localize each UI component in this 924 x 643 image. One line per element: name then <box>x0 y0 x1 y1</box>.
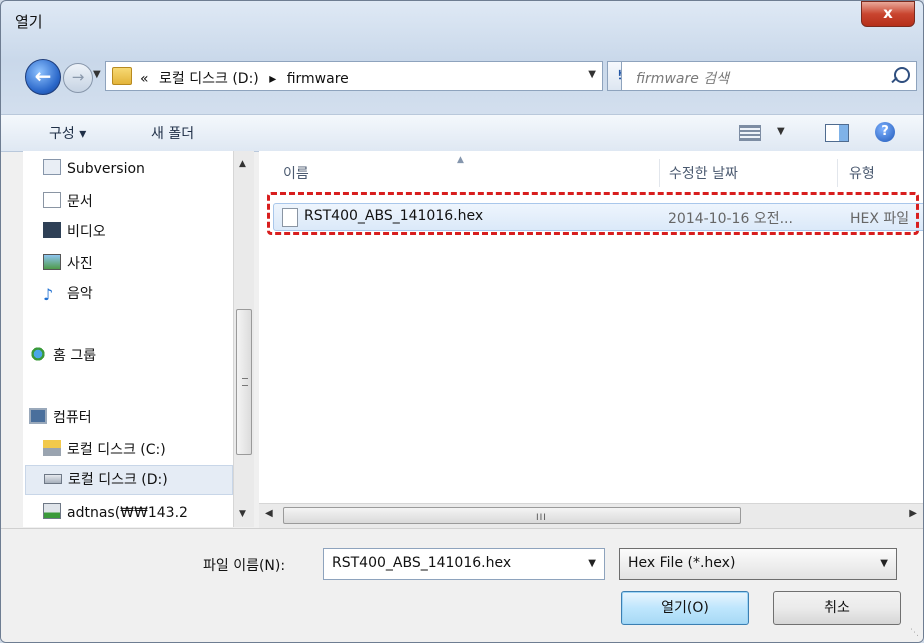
address-dropdown-icon[interactable]: ▼ <box>588 69 596 80</box>
sidebar-item-drive-c[interactable]: 로컬 디스크 (C:) <box>43 439 166 465</box>
search-input[interactable]: firmware 검색 <box>621 61 917 91</box>
scroll-down-icon[interactable]: ▼ <box>239 509 246 519</box>
scroll-thumb[interactable] <box>236 309 252 455</box>
sidebar-item-drive-d[interactable]: 로컬 디스크 (D:) <box>25 465 233 495</box>
homegroup-icon <box>29 346 47 362</box>
folder-icon <box>112 67 132 85</box>
column-divider[interactable] <box>837 159 838 187</box>
new-folder-button[interactable]: 새 폴더 <box>151 123 194 143</box>
sidebar-item-computer[interactable]: 컴퓨터 <box>29 407 92 433</box>
computer-icon <box>29 408 47 424</box>
documents-icon <box>43 192 61 208</box>
grip-icon <box>242 378 248 386</box>
drive-icon <box>43 440 61 456</box>
music-icon: ♪ <box>43 285 54 304</box>
sidebar-item-documents[interactable]: 문서 <box>43 191 93 217</box>
preview-pane-icon[interactable] <box>825 124 849 142</box>
filename-dropdown-icon[interactable]: ▼ <box>588 558 596 569</box>
view-dropdown-icon[interactable]: ▼ <box>777 126 785 137</box>
title-bar: 열기 x <box>1 1 923 39</box>
breadcrumb-separator[interactable]: ▸ <box>269 71 276 87</box>
column-header-modified[interactable]: 수정한 날짜 <box>669 163 738 183</box>
column-header-type[interactable]: 유형 <box>849 163 875 183</box>
sidebar-item-pictures[interactable]: 사진 <box>43 253 93 279</box>
scroll-up-icon[interactable]: ▲ <box>239 159 246 169</box>
sort-ascending-icon: ▲ <box>457 155 464 165</box>
open-file-dialog: 열기 x ← → ▼ « 로컬 디스크 (D:) ▸ firmware ▼ ↹ … <box>0 0 924 643</box>
pictures-icon <box>43 254 61 270</box>
navigation-scrollbar[interactable]: ▲ ▼ <box>233 151 254 527</box>
address-bar[interactable]: « 로컬 디스크 (D:) ▸ firmware ▼ <box>105 61 603 91</box>
search-placeholder: firmware 검색 <box>636 71 730 87</box>
cancel-button[interactable]: 취소 <box>773 591 901 625</box>
forward-arrow-icon[interactable]: → <box>63 63 93 93</box>
scroll-left-icon[interactable]: ◀ <box>265 508 273 519</box>
filename-input[interactable]: RST400_ABS_141016.hex ▼ <box>323 548 605 580</box>
command-toolbar: 구성 ▾ 새 폴더 ▼ ? <box>1 114 923 152</box>
column-divider[interactable] <box>659 159 660 187</box>
filetype-select[interactable]: Hex File (*.hex) ▼ <box>619 548 897 580</box>
organize-menu[interactable]: 구성 ▾ <box>49 123 86 143</box>
filename-value: RST400_ABS_141016.hex <box>332 555 512 571</box>
filetype-dropdown-icon[interactable]: ▼ <box>880 558 888 569</box>
back-arrow-icon[interactable]: ← <box>25 59 61 95</box>
network-drive-icon <box>43 503 61 519</box>
sidebar-item-network-drive[interactable]: adtnas(₩₩143.2 <box>43 503 188 527</box>
help-icon[interactable]: ? <box>875 122 895 142</box>
sidebar-item-subversion[interactable]: Subversion <box>43 159 145 185</box>
drive-icon <box>44 474 62 484</box>
dialog-footer: 파일 이름(N): RST400_ABS_141016.hex ▼ Hex Fi… <box>1 528 923 642</box>
open-button[interactable]: 열기(O) <box>621 591 749 625</box>
navigation-pane: Subversion 문서 비디오 사진 ♪ 음악 홈 그룹 컴퓨터 로컬 디스크… <box>23 151 235 527</box>
filename-label: 파일 이름(N): <box>203 558 286 574</box>
recent-locations-dropdown[interactable]: ▼ <box>93 69 101 80</box>
scroll-thumb[interactable]: III <box>283 507 741 524</box>
breadcrumb-drive-d[interactable]: 로컬 디스크 (D:) <box>159 71 259 87</box>
close-button[interactable]: x <box>861 1 915 27</box>
breadcrumb-firmware[interactable]: firmware <box>287 71 349 87</box>
breadcrumb: « 로컬 디스크 (D:) ▸ firmware <box>140 68 355 88</box>
filetype-value: Hex File (*.hex) <box>628 555 736 571</box>
window-title: 열기 <box>15 13 43 31</box>
search-icon[interactable] <box>894 67 910 83</box>
scroll-right-icon[interactable]: ▶ <box>909 508 917 519</box>
sidebar-item-music[interactable]: ♪ 음악 <box>43 283 93 309</box>
video-icon <box>43 222 61 238</box>
breadcrumb-overflow[interactable]: « <box>140 71 149 87</box>
sidebar-item-video[interactable]: 비디오 <box>43 221 106 247</box>
grip-icon: III <box>536 513 547 523</box>
resize-grip-icon[interactable]: ⋱ <box>910 628 919 638</box>
sidebar-item-homegroup[interactable]: 홈 그룹 <box>29 345 96 371</box>
file-list-scrollbar[interactable]: ◀ III ▶ <box>259 503 923 528</box>
view-options-icon[interactable] <box>739 125 761 141</box>
column-header-name[interactable]: 이름 <box>283 163 309 183</box>
highlight-annotation <box>267 192 919 235</box>
svn-icon <box>43 159 61 175</box>
